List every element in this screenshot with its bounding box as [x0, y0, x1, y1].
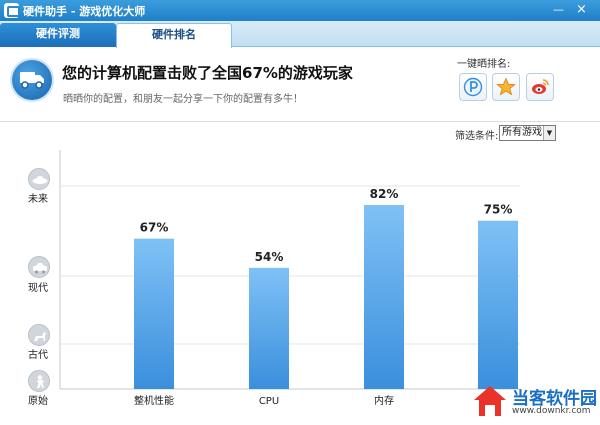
- result-header: 您的计算机配置击败了全国67%的游戏玩家 晒晒你的配置，和朋友一起分享一下你的配…: [0, 48, 600, 122]
- bar-memory: [364, 205, 404, 389]
- tab-bar: 硬件评测 硬件排名: [0, 21, 600, 48]
- game-filter-select[interactable]: 所有游戏 ▼: [499, 125, 556, 141]
- app-icon: [4, 3, 20, 18]
- share-star-button[interactable]: [492, 73, 520, 101]
- share-weibo-button[interactable]: [526, 73, 554, 101]
- title-bar: 硬件助手 - 游戏优化大师 — ×: [0, 0, 600, 21]
- watermark: 当客软件园 www.downkr.com: [470, 382, 598, 422]
- headline: 您的计算机配置击败了全国67%的游戏玩家: [62, 64, 353, 82]
- truck-icon: [12, 60, 52, 100]
- bar-other: [478, 220, 518, 389]
- filter-label: 筛选条件:: [455, 131, 499, 142]
- watermark-url: www.downkr.com: [512, 406, 591, 416]
- bar-cpu: [249, 267, 289, 389]
- window-title: 硬件助手 - 游戏优化大师: [23, 5, 146, 18]
- category-label-memory: 内存: [374, 394, 394, 407]
- chevron-down-icon: ▼: [543, 126, 555, 140]
- minimize-button[interactable]: —: [551, 3, 566, 17]
- weibo-icon: [532, 79, 549, 94]
- bar-value-label-overall: 67%: [140, 221, 169, 235]
- star-icon: [496, 77, 516, 96]
- ranking-bar-chart: 67% 整机性能 54% CPU 82% 内存 75%: [59, 150, 520, 407]
- tab-hardware-test[interactable]: 硬件评测: [0, 23, 116, 47]
- bar-overall: [134, 238, 174, 389]
- subline: 晒晒你的配置，和朋友一起分享一下你的配置有多牛！: [63, 94, 303, 105]
- filter-selected-value: 所有游戏: [502, 127, 542, 138]
- category-label-cpu: CPU: [259, 396, 279, 407]
- qzone-icon: [463, 77, 483, 97]
- bar-value-label-other: 75%: [484, 203, 513, 217]
- house-logo-icon: [474, 386, 506, 416]
- tab-hardware-ranking[interactable]: 硬件排名: [116, 23, 232, 48]
- close-button[interactable]: ×: [574, 3, 589, 17]
- share-qzone-button[interactable]: [459, 73, 487, 101]
- share-label: 一键晒排名:: [457, 59, 511, 70]
- bar-value-label-memory: 82%: [370, 187, 399, 201]
- category-label-overall: 整机性能: [134, 394, 174, 407]
- bar-value-label-cpu: 54%: [255, 250, 284, 264]
